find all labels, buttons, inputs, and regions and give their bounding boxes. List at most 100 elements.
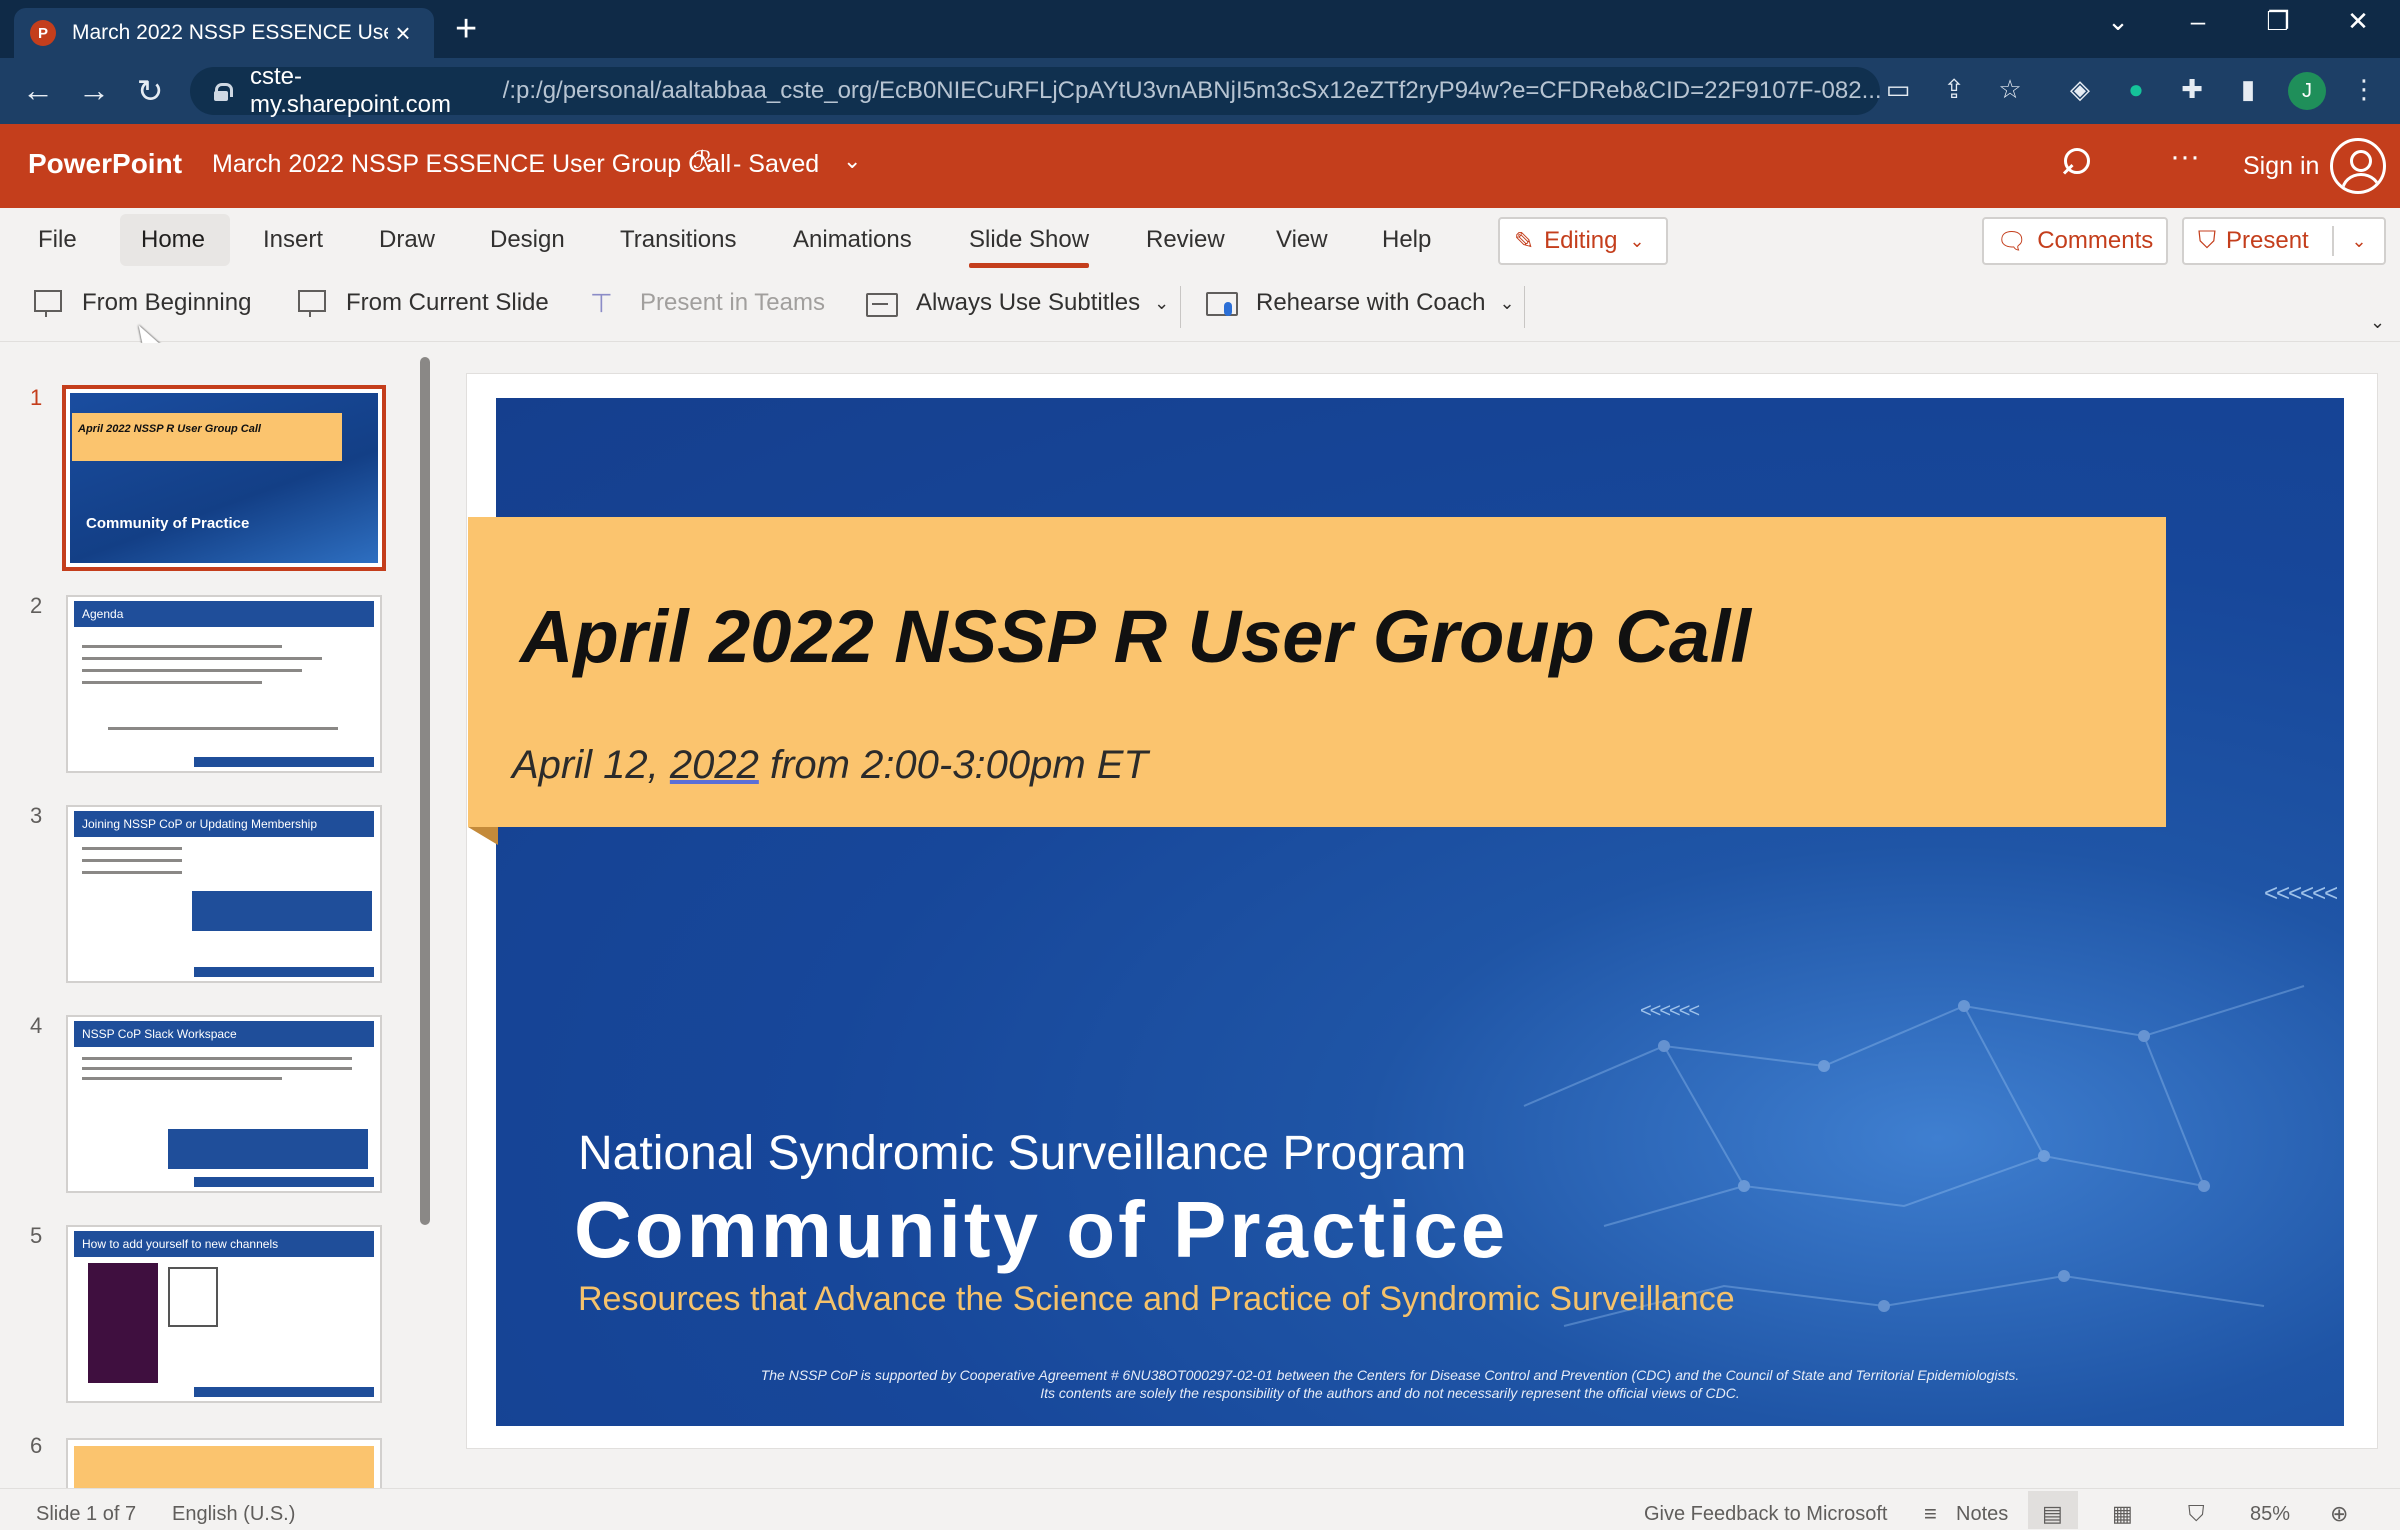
- close-window-icon[interactable]: ✕: [2328, 6, 2388, 37]
- thumb-image: [88, 1263, 158, 1383]
- present-in-teams-button[interactable]: ⊤ Present in Teams: [590, 288, 825, 318]
- feedback-link[interactable]: Give Feedback to Microsoft: [1644, 1503, 1887, 1526]
- zoom-level[interactable]: 85%: [2250, 1503, 2290, 1526]
- back-icon[interactable]: ←: [18, 72, 58, 109]
- clipboard-icon[interactable]: ▭: [1880, 74, 1916, 105]
- puzzle-icon[interactable]: ✚: [2174, 74, 2210, 105]
- reload-icon[interactable]: ↻: [130, 72, 170, 110]
- present-options-chevron-icon[interactable]: ⌄: [2334, 231, 2384, 252]
- slide-thumbnail-1[interactable]: April 2022 NSSP R User Group Call Commun…: [62, 385, 386, 571]
- slide-thumbnail-2[interactable]: Agenda: [66, 595, 382, 773]
- minimize-icon[interactable]: –: [2168, 6, 2228, 37]
- slide-disclaimer: The NSSP CoP is supported by Cooperative…: [600, 1366, 2180, 1402]
- url-field[interactable]: cste-my.sharepoint.com /:p:/g/personal/a…: [190, 63, 1880, 118]
- account-avatar-icon[interactable]: [2330, 138, 2386, 194]
- normal-view-icon[interactable]: ▤: [2042, 1501, 2063, 1527]
- chevron-down-icon: ⌄: [1499, 292, 1515, 313]
- present-button[interactable]: ⛉ Present: [2184, 226, 2334, 256]
- network-map-graphic: [1523, 985, 2305, 1327]
- tab-file[interactable]: File: [38, 226, 77, 254]
- lock-icon: [214, 83, 233, 101]
- tab-view[interactable]: View: [1276, 226, 1328, 254]
- tab-animations[interactable]: Animations: [793, 226, 912, 254]
- ribbon-expand-chevron-icon[interactable]: ⌄: [2370, 312, 2385, 333]
- thumb-text-line: [82, 645, 282, 648]
- app-name[interactable]: PowerPoint: [28, 148, 182, 180]
- slide-subtitle[interactable]: April 12, 2022 from 2:00-3:00pm ET: [512, 743, 1148, 788]
- thumb-image: [168, 1267, 218, 1327]
- slide-title[interactable]: April 2022 NSSP R User Group Call: [520, 594, 1751, 679]
- thumb-image: [168, 1129, 368, 1169]
- always-use-subtitles-button[interactable]: Always Use Subtitles ⌄: [866, 288, 1169, 318]
- rehearse-with-coach-button[interactable]: Rehearse with Coach ⌄: [1206, 288, 1515, 318]
- from-current-slide-button[interactable]: From Current Slide: [296, 288, 549, 318]
- shared-people-icon: ℛ: [693, 147, 713, 174]
- sidebar-icon[interactable]: ▮: [2230, 74, 2266, 105]
- forward-icon[interactable]: →: [74, 72, 114, 109]
- slide-sorter-icon[interactable]: ▦: [2112, 1501, 2133, 1527]
- play-from-start-icon: [32, 288, 62, 318]
- coach-icon: [1206, 288, 1238, 318]
- slide-thumbnail-4[interactable]: NSSP CoP Slack Workspace: [66, 1015, 382, 1193]
- thumb-number: 1: [30, 385, 43, 410]
- tab-transitions[interactable]: Transitions: [620, 226, 736, 254]
- thumb-cop: Community of Practice: [86, 515, 250, 532]
- tab-review[interactable]: Review: [1146, 226, 1225, 254]
- tab-draw[interactable]: Draw: [379, 226, 435, 254]
- tab-help[interactable]: Help: [1382, 226, 1431, 254]
- from-beginning-button[interactable]: From Beginning: [32, 288, 251, 318]
- search-icon[interactable]: [2058, 142, 2098, 186]
- close-tab-icon[interactable]: ×: [388, 18, 418, 49]
- profile-avatar[interactable]: J: [2288, 72, 2326, 110]
- tab-title: March 2022 NSSP ESSENCE User Group Call: [72, 21, 388, 44]
- comments-label: Comments: [2037, 227, 2154, 254]
- notes-button[interactable]: Notes: [1956, 1503, 2008, 1526]
- thumb-title: Agenda: [74, 601, 374, 627]
- chevrons-graphic: <<<<<<: [1640, 1000, 1700, 1022]
- new-tab-icon[interactable]: +: [455, 10, 477, 48]
- chevron-down-icon: ⌄: [1629, 230, 1645, 251]
- tab-search-chevron-icon[interactable]: ⌄: [2088, 6, 2148, 37]
- sign-in-link[interactable]: Sign in: [2243, 152, 2319, 181]
- browser-tab[interactable]: P March 2022 NSSP ESSENCE User Group Cal…: [14, 8, 434, 58]
- notes-icon[interactable]: ≡: [1924, 1501, 1937, 1527]
- fit-to-window-icon[interactable]: ⊕: [2330, 1501, 2348, 1527]
- tab-design[interactable]: Design: [490, 226, 565, 254]
- reading-view-icon[interactable]: ⛉: [2188, 1501, 2205, 1527]
- thumb-text-line: [82, 871, 182, 874]
- document-title[interactable]: March 2022 NSSP ESSENCE User Group Call: [212, 150, 731, 179]
- play-from-current-icon: [296, 288, 326, 318]
- thumb-text-line: [82, 1067, 352, 1070]
- grammarly-icon[interactable]: ●: [2118, 74, 2154, 105]
- thumb-footer: [74, 1177, 374, 1187]
- subtitles-icon: [866, 288, 898, 318]
- tab-insert[interactable]: Insert: [263, 226, 323, 254]
- thumb-image: [192, 891, 372, 931]
- bookmark-star-icon[interactable]: ☆: [1992, 74, 2028, 105]
- thumb-footer: [74, 757, 374, 767]
- extension-icon[interactable]: ◈: [2062, 74, 2098, 105]
- language-indicator[interactable]: English (U.S.): [172, 1503, 295, 1526]
- browser-menu-icon[interactable]: ⋮: [2346, 74, 2382, 105]
- chevron-down-icon[interactable]: ⌄: [843, 148, 861, 174]
- slide-thumbnail-5[interactable]: How to add yourself to new channels: [66, 1225, 382, 1403]
- share-icon[interactable]: ⇪: [1936, 74, 1972, 105]
- editing-mode-button[interactable]: ✎ Editing ⌄: [1498, 217, 1668, 265]
- thumb-number: 5: [30, 1223, 43, 1248]
- restore-icon[interactable]: ❐: [2248, 6, 2308, 37]
- present-label: Present: [2226, 227, 2309, 254]
- comments-button[interactable]: 🗨 Comments: [1982, 217, 2168, 265]
- thumb-title: Joining NSSP CoP or Updating Membership: [74, 811, 374, 837]
- thumb-number: 6: [30, 1433, 43, 1458]
- thumb-text-line: [82, 1077, 282, 1080]
- present-teams-label: Present in Teams: [640, 289, 825, 316]
- thumb-title: How to add yourself to new channels: [74, 1231, 374, 1257]
- tab-slide-show[interactable]: Slide Show: [969, 226, 1090, 268]
- slide-thumbnail-3[interactable]: Joining NSSP CoP or Updating Membership: [66, 805, 382, 983]
- tab-home[interactable]: Home: [141, 226, 205, 254]
- thumbnail-scrollbar[interactable]: [420, 357, 430, 1225]
- disclaimer-line: The NSSP CoP is supported by Cooperative…: [760, 1367, 2020, 1383]
- thumb-footer: [74, 1387, 374, 1397]
- more-options-icon[interactable]: ···: [2170, 140, 2200, 174]
- thumb-text-line: [108, 727, 338, 730]
